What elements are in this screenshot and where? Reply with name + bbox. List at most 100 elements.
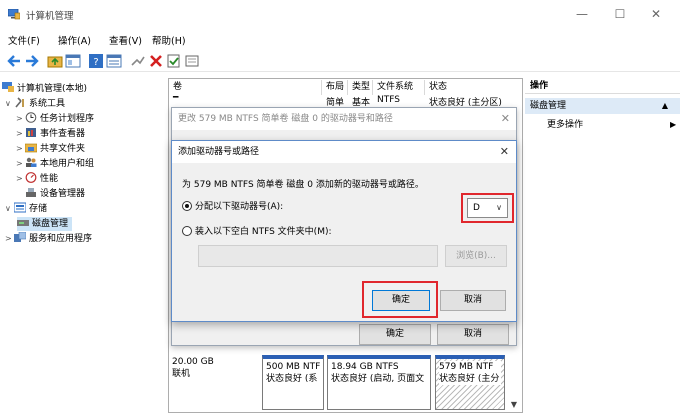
table-row[interactable]: ━ 简单 基本 NTFS 状态良好 (主分区) — [169, 93, 522, 108]
maximize-button[interactable]: ☐ — [604, 3, 636, 25]
connect-icon[interactable] — [130, 53, 146, 69]
svg-text:?: ? — [93, 57, 98, 68]
performance-icon — [25, 172, 37, 183]
up-folder-icon[interactable] — [47, 53, 63, 69]
menu-view[interactable]: 查看(V) — [109, 33, 142, 47]
list-view-icon[interactable] — [106, 53, 122, 69]
disk-0-label[interactable]: 20.00 GB 联机 — [172, 356, 214, 380]
column-header-filesystem[interactable]: 文件系统 — [373, 80, 425, 95]
chevron-right-icon[interactable]: > — [16, 112, 25, 126]
chevron-right-icon[interactable]: > — [16, 127, 25, 141]
device-manager-icon — [26, 188, 36, 197]
tree-item-computer-management[interactable]: 计算机管理(本地) — [2, 82, 87, 96]
option-label: 装入以下空白 NTFS 文件夹中(M): — [195, 227, 332, 237]
option-label: 分配以下驱动器号(A): — [195, 202, 284, 212]
column-header-type[interactable]: 类型 — [348, 80, 373, 95]
tree-label: 存储 — [29, 204, 48, 214]
tree-label: 性能 — [40, 174, 59, 184]
chevron-right-icon[interactable]: > — [16, 172, 25, 186]
assign-drive-letter-option[interactable]: 分配以下驱动器号(A): — [182, 200, 283, 214]
help-icon[interactable]: ? — [88, 53, 104, 69]
close-icon[interactable]: ✕ — [500, 141, 509, 163]
collapse-up-icon[interactable]: ▲ — [662, 98, 668, 114]
radio-unselected[interactable] — [182, 226, 192, 236]
tree-item-local-users-groups[interactable]: > 本地用户和组 — [16, 157, 94, 171]
partition-boot[interactable]: 18.94 GB NTFS 状态良好 (启动, 页面文 — [327, 355, 431, 410]
event-viewer-icon — [26, 128, 36, 137]
partition-system[interactable]: 500 MB NTF 状态良好 (系 — [262, 355, 324, 410]
column-header-layout[interactable]: 布局 — [322, 80, 348, 95]
checklist-icon[interactable] — [166, 53, 182, 69]
tree-label: 共享文件夹 — [40, 144, 86, 154]
tree-item-task-scheduler[interactable]: > 任务计划程序 — [16, 112, 94, 126]
back-arrow-icon[interactable] — [6, 53, 22, 69]
clock-icon — [25, 112, 37, 123]
partition-selected[interactable]: 579 MB NTF 状态良好 (主分 — [435, 355, 505, 410]
services-icon — [14, 232, 26, 242]
mount-folder-option[interactable]: 装入以下空白 NTFS 文件夹中(M): — [182, 225, 332, 239]
highlight-ok-button — [362, 281, 438, 318]
tree-item-system-tools[interactable]: ∨ 系统工具 — [5, 97, 65, 111]
tree-item-storage[interactable]: ∨ 存储 — [5, 202, 47, 216]
change-dialog-ok-button[interactable]: 确定 — [359, 324, 431, 345]
close-button[interactable]: ✕ — [640, 3, 672, 25]
disk-management-icon — [17, 220, 29, 226]
actions-section-label: 磁盘管理 — [530, 101, 567, 111]
radio-selected[interactable] — [182, 201, 192, 211]
add-drive-letter-dialog: 添加驱动器号或路径 ✕ 为 579 MB NTFS 简单卷 磁盘 0 添加新的驱… — [171, 140, 517, 322]
minimize-button[interactable]: — — [566, 3, 598, 25]
forward-arrow-icon[interactable] — [24, 53, 40, 69]
dialog-title: 更改 579 MB NTFS 简单卷 磁盘 0 的驱动器号和路径 — [172, 108, 516, 130]
properties-icon[interactable] — [184, 53, 200, 69]
close-icon[interactable]: ✕ — [501, 108, 510, 130]
window-title: 计算机管理 — [26, 11, 74, 22]
chevron-right-icon[interactable]: > — [16, 157, 25, 171]
tree-item-disk-management[interactable]: 磁盘管理 — [17, 217, 73, 231]
column-header-volume[interactable]: 卷 — [169, 80, 322, 95]
chevron-right-icon[interactable]: > — [5, 232, 14, 246]
tree-label: 任务计划程序 — [40, 114, 95, 124]
chevron-down-icon[interactable]: ∨ — [5, 97, 14, 111]
menu-action[interactable]: 操作(A) — [58, 33, 91, 47]
highlight-drive-letter — [461, 193, 514, 223]
tools-icon — [15, 97, 24, 108]
tree-label: 设备管理器 — [40, 189, 86, 199]
dialog-title: 添加驱动器号或路径 — [172, 141, 516, 163]
partition-status: 状态良好 (启动, 页面文 — [331, 374, 425, 384]
column-header-status[interactable]: 状态 — [425, 80, 522, 95]
chevron-right-icon[interactable]: ▶ — [670, 118, 676, 132]
menu-file[interactable]: 文件(F) — [8, 33, 40, 47]
cell-filesystem: NTFS — [377, 95, 400, 105]
browse-button[interactable]: 浏览(B)... — [445, 245, 507, 267]
partition-size: 500 MB NTF — [266, 362, 321, 372]
chevron-right-icon[interactable]: > — [16, 142, 25, 156]
delete-icon[interactable] — [148, 53, 164, 69]
add-dialog-cancel-button[interactable]: 取消 — [440, 290, 506, 311]
folder-path-input[interactable] — [198, 245, 438, 267]
users-icon — [26, 157, 37, 167]
computer-icon — [2, 82, 14, 92]
actions-section-disk-management[interactable]: 磁盘管理 ▲ — [525, 98, 680, 114]
partition-status: 状态良好 (主分 — [439, 373, 501, 385]
tree-item-device-manager[interactable]: 设备管理器 — [25, 187, 85, 201]
disk-status: 联机 — [172, 369, 191, 379]
tree-label: 本地用户和组 — [40, 159, 95, 169]
tree-item-performance[interactable]: > 性能 — [16, 172, 58, 186]
partition-status: 状态良好 (系 — [266, 374, 318, 384]
tree-item-event-viewer[interactable]: > 事件查看器 — [16, 127, 85, 141]
storage-icon — [14, 202, 26, 213]
disk-size: 20.00 GB — [172, 357, 214, 367]
tree-label: 服务和应用程序 — [29, 234, 93, 244]
chevron-down-icon[interactable]: ∨ — [5, 202, 14, 216]
change-dialog-cancel-button[interactable]: 取消 — [437, 324, 509, 345]
actions-header: 操作 — [525, 78, 680, 94]
tree-item-services-applications[interactable]: > 服务和应用程序 — [5, 232, 92, 246]
show-hide-tree-icon[interactable] — [65, 53, 81, 69]
menu-help[interactable]: 帮助(H) — [152, 33, 186, 47]
tree-item-shared-folders[interactable]: > 共享文件夹 — [16, 142, 85, 156]
more-actions[interactable]: 更多操作 — [547, 118, 583, 132]
tree-label: 事件查看器 — [40, 129, 86, 139]
scroll-down-icon[interactable]: ▼ — [508, 400, 520, 412]
shared-folder-icon — [25, 143, 37, 153]
computer-management-icon — [8, 9, 20, 20]
